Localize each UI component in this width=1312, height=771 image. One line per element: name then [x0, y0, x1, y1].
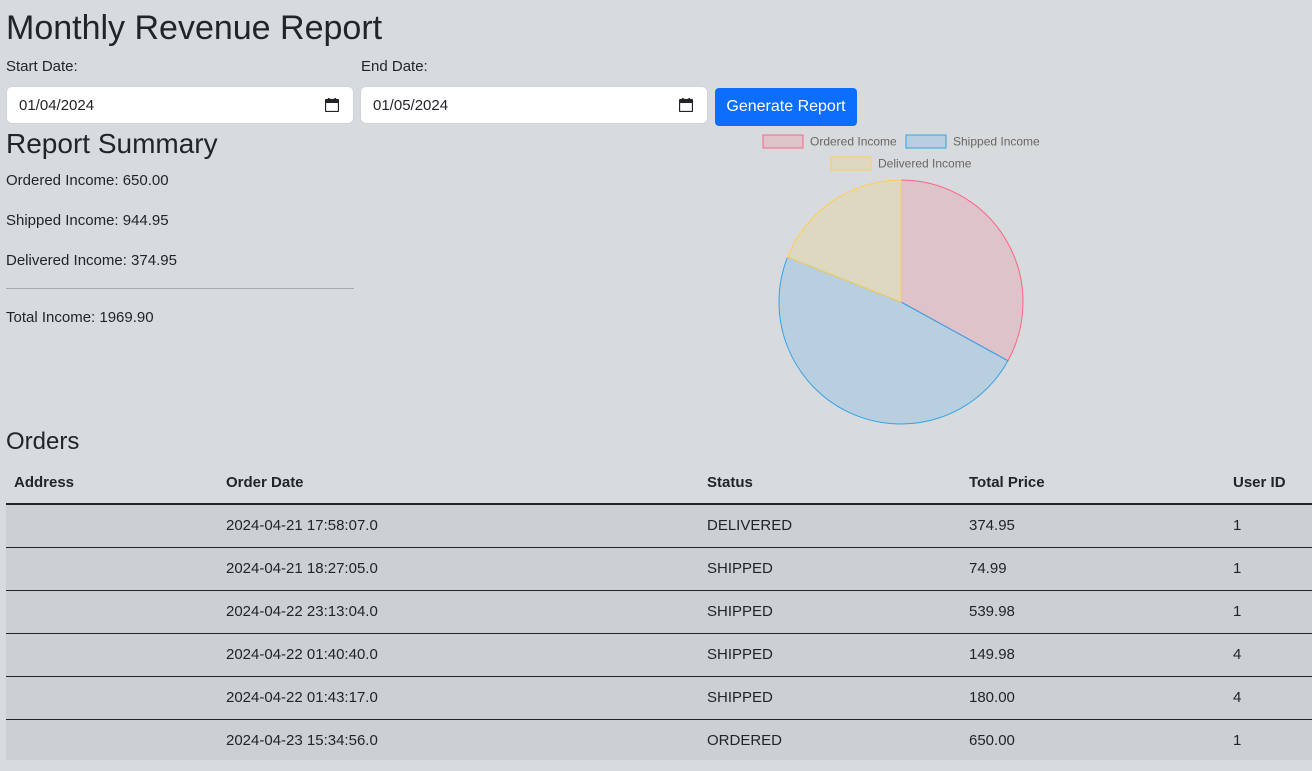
- delivered-income-text: Delivered Income: 374.95: [6, 252, 177, 269]
- legend-item[interactable]: Delivered Income: [830, 156, 972, 171]
- generate-report-button[interactable]: Generate Report: [715, 88, 857, 126]
- column-header-user-id: User ID: [1233, 474, 1286, 491]
- cell-status: SHIPPED: [707, 603, 773, 620]
- report-summary-title: Report Summary: [6, 128, 218, 159]
- end-date-value: 01/05/2024: [373, 97, 449, 114]
- start-date-label: Start Date:: [6, 58, 78, 75]
- table-header-row: Address Order Date Status Total Price Us…: [6, 462, 1312, 505]
- cell-order-date: 2024-04-23 15:34:56.0: [226, 732, 378, 749]
- legend-label: Ordered Income: [810, 135, 897, 149]
- legend-swatch: [905, 134, 947, 149]
- start-date-value: 01/04/2024: [19, 97, 95, 114]
- cell-user-id: 1: [1233, 603, 1242, 620]
- cell-order-date: 2024-04-21 17:58:07.0: [226, 517, 378, 534]
- table-row: 2024-04-23 15:34:56.0 ORDERED 650.00 1: [6, 720, 1312, 760]
- legend-label: Shipped Income: [953, 135, 1040, 149]
- shipped-income-text: Shipped Income: 944.95: [6, 212, 169, 229]
- table-row: 2024-04-21 18:27:05.0 SHIPPED 74.99 1: [6, 548, 1312, 591]
- cell-order-date: 2024-04-22 23:13:04.0: [226, 603, 378, 620]
- cell-status: SHIPPED: [707, 560, 773, 577]
- column-header-total-price: Total Price: [969, 474, 1045, 491]
- legend-swatch: [830, 156, 872, 171]
- cell-status: SHIPPED: [707, 646, 773, 663]
- cell-order-date: 2024-04-22 01:43:17.0: [226, 689, 378, 706]
- legend-label: Delivered Income: [878, 157, 972, 171]
- legend-item[interactable]: Shipped Income: [905, 134, 1040, 149]
- cell-user-id: 4: [1233, 646, 1242, 663]
- legend-item[interactable]: Ordered Income: [762, 134, 897, 149]
- cell-total-price: 650.00: [969, 732, 1015, 749]
- cell-status: SHIPPED: [707, 689, 773, 706]
- cell-order-date: 2024-04-21 18:27:05.0: [226, 560, 378, 577]
- cell-status: ORDERED: [707, 732, 783, 749]
- cell-total-price: 539.98: [969, 603, 1015, 620]
- cell-status: DELIVERED: [707, 517, 793, 534]
- calendar-icon[interactable]: [679, 98, 693, 112]
- end-date-label: End Date:: [361, 58, 428, 75]
- table-row: 2024-04-21 17:58:07.0 DELIVERED 374.95 1: [6, 505, 1312, 548]
- table-row: 2024-04-22 01:40:40.0 SHIPPED 149.98 4: [6, 634, 1312, 677]
- income-pie-chart[interactable]: Ordered Income Shipped Income Delivered In…: [740, 128, 1070, 428]
- end-date-input[interactable]: 01/05/2024: [360, 86, 708, 124]
- cell-total-price: 374.95: [969, 517, 1015, 534]
- column-header-status: Status: [707, 474, 753, 491]
- orders-title: Orders: [6, 428, 80, 455]
- table-row: 2024-04-22 01:43:17.0 SHIPPED 180.00 4: [6, 677, 1312, 720]
- orders-table: Address Order Date Status Total Price Us…: [6, 462, 1312, 760]
- cell-order-date: 2024-04-22 01:40:40.0: [226, 646, 378, 663]
- summary-divider: [6, 288, 354, 289]
- cell-user-id: 1: [1233, 732, 1242, 749]
- pie-chart-svg: Ordered Income Shipped Income Delivered In…: [762, 134, 1040, 425]
- report-page: Monthly Revenue Report Start Date: 01/04…: [0, 0, 1312, 771]
- cell-user-id: 4: [1233, 689, 1242, 706]
- legend-swatch: [762, 134, 804, 149]
- column-header-order-date: Order Date: [226, 474, 304, 491]
- cell-user-id: 1: [1233, 560, 1242, 577]
- calendar-icon[interactable]: [325, 98, 339, 112]
- column-header-address: Address: [14, 474, 75, 491]
- table-row: 2024-04-22 23:13:04.0 SHIPPED 539.98 1: [6, 591, 1312, 634]
- total-income-text: Total Income: 1969.90: [6, 309, 154, 326]
- ordered-income-text: Ordered Income: 650.00: [6, 172, 169, 189]
- cell-user-id: 1: [1233, 517, 1242, 534]
- cell-total-price: 149.98: [969, 646, 1015, 663]
- page-title: Monthly Revenue Report: [6, 9, 383, 47]
- start-date-input[interactable]: 01/04/2024: [6, 86, 354, 124]
- cell-total-price: 180.00: [969, 689, 1015, 706]
- cell-total-price: 74.99: [969, 560, 1007, 577]
